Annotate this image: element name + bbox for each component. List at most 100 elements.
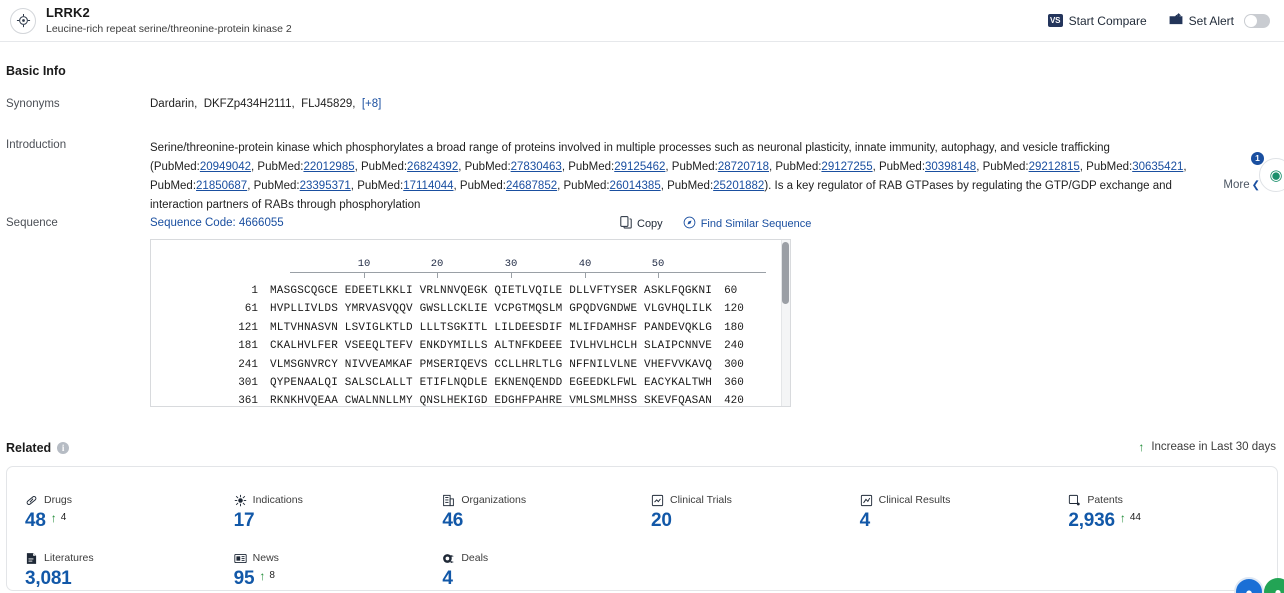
stat-delta-value: 8 — [269, 570, 275, 581]
stat-delta: ↑ 4 — [51, 512, 67, 524]
sequence-rows: 1 MASGSCQGCE EDEETLKKLI VRLNNVQEGK QIETLV… — [151, 282, 790, 406]
stat-value: 20 — [651, 510, 672, 531]
stat-value-row: 20 — [651, 509, 860, 533]
pubmed-link-27830463[interactable]: 27830463 — [511, 161, 562, 173]
sequence-row-residues: MASGSCQGCE EDEETLKKLI VRLNNVQEGK QIETLVQ… — [270, 285, 713, 297]
pubmed-link-24687852[interactable]: 24687852 — [506, 180, 557, 192]
vs-icon: VS — [1047, 14, 1063, 27]
copy-label: Copy — [637, 218, 663, 230]
pubmed-prefix: PubMed: — [253, 180, 300, 192]
introduction-text: Serine/threonine-protein kinase which ph… — [150, 142, 1187, 211]
stat-head: Deals — [442, 551, 651, 565]
ruler-tick-40 — [585, 272, 586, 278]
pubmed-link-20949042[interactable]: 20949042 — [200, 161, 251, 173]
copy-button[interactable]: Copy — [620, 216, 663, 232]
stat-delta-value: 44 — [1129, 512, 1141, 523]
sequence-scrollbar-thumb[interactable] — [782, 242, 789, 304]
stat-label: Drugs — [44, 494, 73, 506]
info-icon[interactable]: i — [57, 442, 70, 454]
more-label: More — [1223, 179, 1250, 191]
stat-card-news[interactable]: News 95 ↑ 8 — [234, 551, 443, 593]
pubmed-link-17114044[interactable]: 17114044 — [403, 180, 453, 192]
pubmed-link-25201882[interactable]: 25201882 — [713, 180, 764, 192]
page-header: LRRK2 Leucine-rich repeat serine/threoni… — [0, 0, 1284, 42]
pubmed-prefix: PubMed: — [667, 180, 714, 192]
sequence-row: 181 CKALHVLFER VSEEQLTEFV ENKDYMILLS ALTN… — [151, 337, 790, 355]
pubmed-link-29125462[interactable]: 29125462 — [614, 161, 665, 173]
alert-toggle[interactable] — [1244, 13, 1270, 28]
stat-head: Drugs — [25, 493, 234, 507]
pubmed-link-28720718[interactable]: 28720718 — [718, 161, 769, 173]
sequence-row-start: 181 — [238, 340, 258, 353]
clinical-trial-icon — [651, 494, 664, 507]
set-alert-button[interactable]: Set Alert — [1169, 12, 1270, 29]
pubmed-link-29127255[interactable]: 29127255 — [821, 161, 872, 173]
pubmed-link-23395371[interactable]: 23395371 — [300, 180, 351, 192]
sequence-row-end: 60 — [724, 285, 738, 297]
pubmed-prefix: PubMed: — [671, 161, 718, 173]
synonym-0: Dardarin — [150, 98, 195, 110]
pubmed-prefix: PubMed: — [1086, 161, 1133, 173]
synonyms-label: Synonyms — [6, 98, 60, 110]
stat-label: Literatures — [44, 552, 94, 564]
introduction-more-button[interactable]: More ❮ — [1223, 179, 1260, 191]
sequence-row-start: 61 — [244, 303, 258, 316]
pubmed-prefix: PubMed: — [878, 161, 926, 173]
pubmed-link-29212815[interactable]: 29212815 — [1029, 161, 1080, 173]
patent-icon — [1068, 494, 1081, 507]
virus-icon — [234, 494, 247, 507]
chevron-down-icon: ❮ — [1251, 180, 1260, 191]
pubmed-link-30635421[interactable]: 30635421 — [1132, 161, 1183, 173]
sequence-row-end: 360 — [724, 377, 744, 390]
sequence-ruler: 10 20 30 40 50 — [290, 256, 766, 278]
stat-value: 2,936 — [1068, 510, 1115, 531]
sequence-row-residues: MLTVHNASVN LSVIGLKTLD LLLTSGKITL LILDEES… — [270, 321, 713, 334]
stat-head: Literatures — [25, 551, 234, 565]
pubmed-link-22012985[interactable]: 22012985 — [303, 161, 354, 173]
up-arrow-icon: ↑ — [259, 569, 266, 583]
literature-icon — [25, 552, 38, 565]
stat-card-patents[interactable]: Patents 2,936 ↑ 44 — [1068, 493, 1277, 551]
pubmed-link-21850687[interactable]: 21850687 — [196, 180, 247, 192]
stat-card-drugs[interactable]: Drugs 48 ↑ 4 — [25, 493, 234, 551]
support-fab[interactable]: ◉ — [1259, 158, 1284, 192]
ruler-tick-30 — [511, 272, 512, 278]
introduction-label: Introduction — [6, 139, 67, 151]
stat-card-clinical-results[interactable]: Clinical Results 4 — [860, 493, 1069, 551]
sequence-row-residues: HVPLLIVLDS YMRVASVQQV GWSLLCKLIE VCPGTMQ… — [270, 303, 713, 316]
sequence-row-end: 240 — [724, 340, 744, 353]
pubmed-link-26014385[interactable]: 26014385 — [610, 180, 661, 192]
pubmed-link-26824392[interactable]: 26824392 — [407, 161, 458, 173]
stat-value: 17 — [233, 510, 255, 531]
stat-label: Deals — [461, 552, 489, 564]
stat-card-literatures[interactable]: Literatures 3,081 — [25, 551, 234, 593]
synonyms-more-link[interactable]: [+8] — [362, 98, 382, 110]
sequence-viewer[interactable]: 10 20 30 40 50 1 MASGSCQGCE EDEETLKKLI VR… — [150, 239, 791, 407]
stat-card-organizations[interactable]: Organizations 46 — [442, 493, 651, 551]
stat-value-row: 4 — [442, 567, 651, 591]
pubmed-link-30398148[interactable]: 30398148 — [925, 161, 976, 173]
stat-delta-value: 4 — [60, 512, 67, 523]
sequence-row-start: 121 — [238, 321, 258, 334]
stat-head: Indications — [234, 493, 443, 507]
page-title: LRRK2 — [46, 5, 90, 20]
stat-head: Patents — [1068, 493, 1277, 507]
sequence-scrollbar[interactable] — [781, 240, 790, 406]
stat-head: Clinical Results — [860, 493, 1069, 507]
start-compare-button[interactable]: VS Start Compare — [1047, 14, 1147, 28]
compass-icon — [683, 216, 696, 232]
sequence-row-start: 301 — [238, 377, 258, 390]
sequence-code[interactable]: Sequence Code: 4666055 — [150, 217, 284, 229]
sequence-row-end: 300 — [724, 358, 744, 371]
find-similar-sequence-button[interactable]: Find Similar Sequence — [683, 216, 811, 232]
sequence-row: 301 QYPENAALQI SALSCLALLT ETIFLNQDLE EKNE… — [151, 374, 790, 392]
stat-card-deals[interactable]: Deals 4 — [442, 551, 651, 593]
stat-card-clinical-trials[interactable]: Clinical Trials 20 — [651, 493, 860, 551]
sequence-row: 61 HVPLLIVLDS YMRVASVQQV GWSLLCKLIE VCPGT… — [151, 300, 790, 318]
increase-note: ↑ Increase in Last 30 days — [1138, 441, 1276, 453]
header-titles: LRRK2 Leucine-rich repeat serine/threoni… — [46, 5, 292, 35]
stat-value-row: 3,081 — [25, 567, 234, 591]
basic-info-title: Basic Info — [6, 64, 66, 78]
stat-card-indications[interactable]: Indications 17 — [234, 493, 443, 551]
ruler-label-50: 50 — [651, 258, 665, 270]
